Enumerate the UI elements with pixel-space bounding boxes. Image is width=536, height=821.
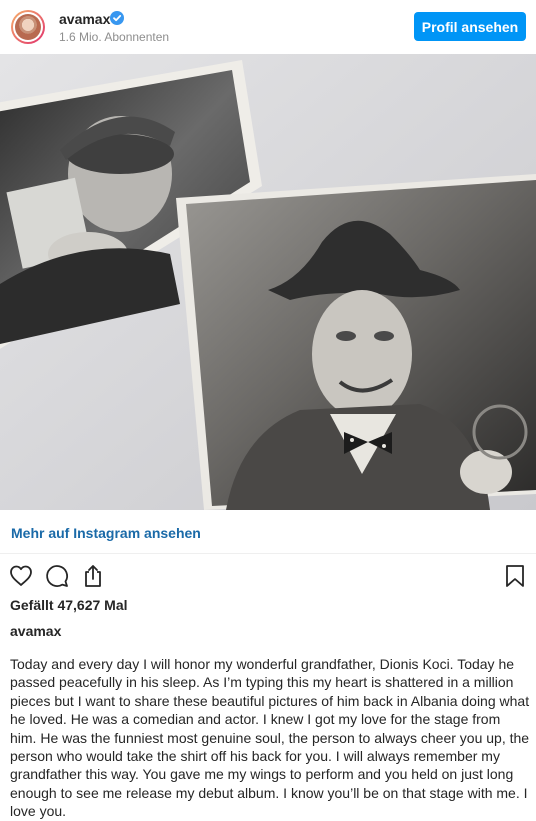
caption-text: Today and every day I will honor my wond…: [10, 656, 530, 820]
caption-author[interactable]: avamax: [10, 623, 61, 639]
username[interactable]: avamax: [59, 11, 110, 27]
like-count[interactable]: Gefällt 47,627 Mal: [10, 597, 128, 613]
view-profile-button[interactable]: Profil ansehen: [414, 12, 526, 41]
comment-icon[interactable]: [44, 563, 70, 589]
avatar[interactable]: [11, 10, 45, 44]
view-more-on-instagram-link[interactable]: Mehr auf Instagram ansehen: [11, 525, 201, 541]
post-image[interactable]: [0, 54, 536, 510]
heart-icon[interactable]: [8, 563, 34, 589]
share-icon[interactable]: [80, 563, 106, 589]
post-header: avamax 1.6 Mio. Abonnenten Profil ansehe…: [0, 0, 536, 54]
verified-badge-icon: [110, 11, 124, 25]
divider: [0, 553, 536, 554]
bookmark-icon[interactable]: [502, 563, 528, 589]
follower-count: 1.6 Mio. Abonnenten: [59, 30, 170, 44]
post-photo-illustration: [0, 54, 536, 510]
